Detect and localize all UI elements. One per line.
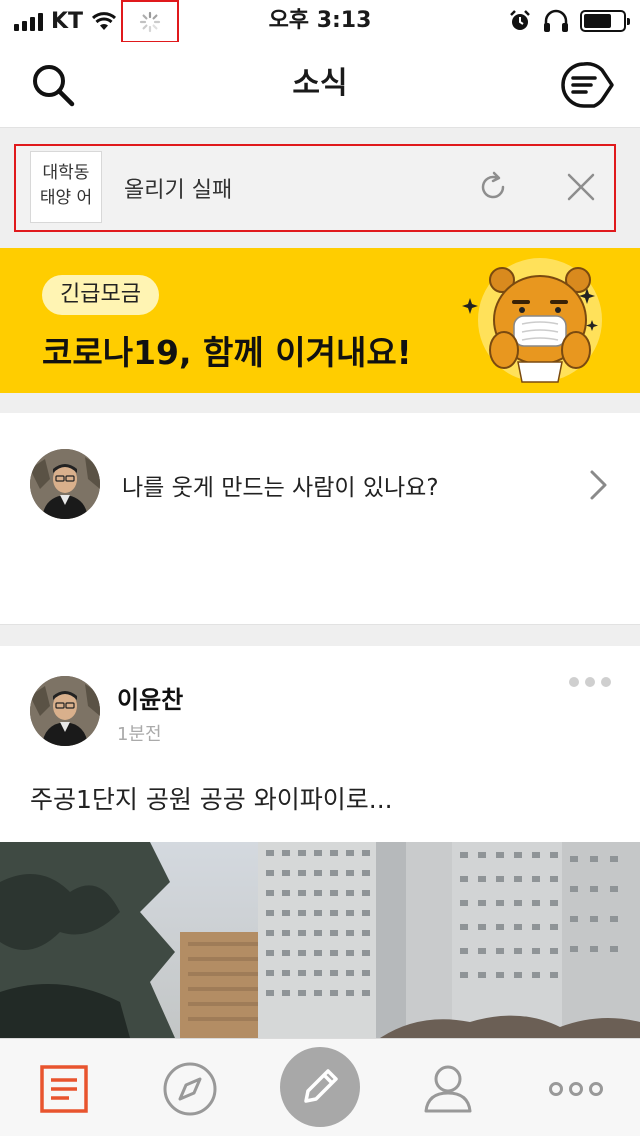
signal-icon	[14, 11, 43, 31]
post-time: 1분전	[117, 724, 162, 745]
headphones-icon	[544, 9, 568, 32]
carrier-label: KT	[51, 8, 84, 34]
bottom-tab-bar	[0, 1038, 640, 1136]
author-avatar[interactable]	[30, 676, 100, 746]
banner-headline: 코로나19, 함께 이겨내요!	[42, 333, 412, 372]
thumbnail-text-line1: 대학동	[42, 163, 90, 183]
upload-failed-bar: 대학동 태양 어 올리기 실패	[14, 144, 616, 232]
post-thumbnail: 대학동 태양 어	[30, 151, 102, 223]
question-avatar	[30, 449, 100, 519]
wifi-icon	[92, 12, 117, 30]
app-header: 소식	[0, 42, 640, 128]
status-right	[508, 8, 630, 34]
alarm-icon	[510, 10, 530, 30]
feed-icon[interactable]	[34, 1059, 94, 1119]
chevron-right-icon[interactable]	[588, 469, 610, 501]
page-title: 소식	[292, 66, 348, 101]
status-left: KT	[14, 6, 117, 36]
upload-failed-message: 올리기 실패	[124, 178, 233, 203]
write-button[interactable]	[280, 1047, 360, 1127]
fundraising-banner[interactable]: 긴급모금 코로나19, 함께 이겨내요!	[0, 248, 640, 393]
feed-post: 이윤찬 1분전 주공1단지 공원 공공 와이파이로...	[0, 646, 640, 1038]
status-bar: KT 오후 3:13	[0, 0, 640, 43]
post-photo[interactable]	[0, 842, 640, 1038]
banner-tag: 긴급모금	[42, 275, 159, 315]
compose-icon[interactable]	[560, 60, 616, 110]
more-dots-icon[interactable]	[546, 1059, 606, 1119]
close-icon[interactable]	[564, 170, 598, 204]
explore-compass-icon[interactable]	[160, 1059, 220, 1119]
profile-icon[interactable]	[418, 1059, 478, 1119]
post-author[interactable]: 이윤찬	[117, 680, 183, 715]
post-content: 주공1단지 공원 공공 와이파이로...	[30, 785, 393, 814]
question-card[interactable]: 나를 웃게 만드는 사람이 있나요?	[0, 413, 640, 625]
question-text: 나를 웃게 만드는 사람이 있나요?	[122, 475, 439, 501]
write-pencil-icon	[304, 1069, 338, 1103]
retry-icon[interactable]	[476, 170, 510, 204]
mascot-with-mask-icon	[462, 258, 602, 383]
battery-icon	[580, 10, 630, 32]
thumbnail-text-line2: 태양 어	[39, 188, 93, 208]
more-options-icon[interactable]	[566, 674, 614, 690]
loading-spinner-icon	[121, 0, 179, 43]
